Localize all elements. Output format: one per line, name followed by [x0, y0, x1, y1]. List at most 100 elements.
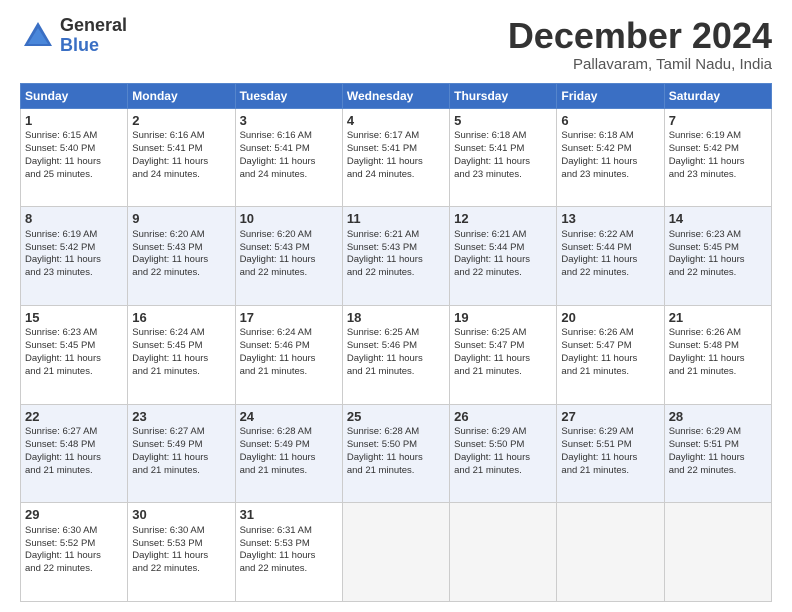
week-row-5: 29Sunrise: 6:30 AMSunset: 5:52 PMDayligh…	[21, 503, 772, 602]
day-info: Daylight: 11 hours	[669, 156, 767, 169]
location: Pallavaram, Tamil Nadu, India	[508, 56, 772, 73]
day-info: Sunrise: 6:23 AM	[669, 229, 767, 242]
day-number: 12	[454, 210, 552, 228]
logo-icon	[20, 18, 56, 54]
calendar-cell: 4Sunrise: 6:17 AMSunset: 5:41 PMDaylight…	[342, 108, 449, 207]
day-info: and 23 minutes.	[25, 267, 123, 280]
day-info: Sunrise: 6:17 AM	[347, 130, 445, 143]
day-number: 23	[132, 408, 230, 426]
day-info: Daylight: 11 hours	[454, 156, 552, 169]
day-info: and 21 minutes.	[561, 366, 659, 379]
day-number: 1	[25, 112, 123, 130]
calendar-cell: 25Sunrise: 6:28 AMSunset: 5:50 PMDayligh…	[342, 404, 449, 503]
day-number: 14	[669, 210, 767, 228]
day-info: and 25 minutes.	[25, 169, 123, 182]
day-info: Sunset: 5:44 PM	[454, 242, 552, 255]
day-info: Daylight: 11 hours	[132, 156, 230, 169]
day-info: and 21 minutes.	[25, 465, 123, 478]
day-info: Sunrise: 6:19 AM	[25, 229, 123, 242]
day-info: Daylight: 11 hours	[240, 452, 338, 465]
day-info: Sunrise: 6:27 AM	[25, 426, 123, 439]
month-title: December 2024	[508, 16, 772, 56]
day-info: Sunrise: 6:30 AM	[25, 525, 123, 538]
day-info: and 22 minutes.	[669, 267, 767, 280]
week-row-4: 22Sunrise: 6:27 AMSunset: 5:48 PM Dayligh…	[21, 404, 772, 503]
calendar-cell: 13Sunrise: 6:22 AMSunset: 5:44 PMDayligh…	[557, 207, 664, 306]
header: General Blue December 2024 Pallavaram, T…	[20, 16, 772, 73]
day-info: Sunset: 5:44 PM	[561, 242, 659, 255]
day-info: Sunset: 5:53 PM	[132, 538, 230, 551]
day-number: 3	[240, 112, 338, 130]
day-number: 9	[132, 210, 230, 228]
calendar-cell	[557, 503, 664, 602]
day-info: Sunset: 5:47 PM	[454, 340, 552, 353]
day-info: Sunrise: 6:19 AM	[669, 130, 767, 143]
calendar-cell: 29Sunrise: 6:30 AMSunset: 5:52 PMDayligh…	[21, 503, 128, 602]
calendar-cell: 28Sunrise: 6:29 AMSunset: 5:51 PMDayligh…	[664, 404, 771, 503]
day-info: and 22 minutes.	[240, 563, 338, 576]
day-info: Sunrise: 6:24 AM	[132, 327, 230, 340]
day-info: Sunrise: 6:25 AM	[347, 327, 445, 340]
day-info: and 22 minutes.	[25, 563, 123, 576]
day-info: and 23 minutes.	[454, 169, 552, 182]
calendar-cell: 22Sunrise: 6:27 AMSunset: 5:48 PMDayligh…	[21, 404, 128, 503]
day-info: Sunset: 5:45 PM	[132, 340, 230, 353]
day-info: Sunset: 5:46 PM	[347, 340, 445, 353]
calendar-cell: 23Sunrise: 6:27 AMSunset: 5:49 PMDayligh…	[128, 404, 235, 503]
day-info: Daylight: 11 hours	[132, 254, 230, 267]
day-info: Daylight: 11 hours	[240, 254, 338, 267]
day-info: Sunset: 5:46 PM	[240, 340, 338, 353]
day-info: Daylight: 11 hours	[25, 156, 123, 169]
calendar-cell: 17Sunrise: 6:24 AMSunset: 5:46 PMDayligh…	[235, 305, 342, 404]
day-info: Daylight: 11 hours	[132, 353, 230, 366]
calendar-cell: 20Sunrise: 6:26 AMSunset: 5:47 PMDayligh…	[557, 305, 664, 404]
day-number: 8	[25, 210, 123, 228]
day-info: and 22 minutes.	[132, 563, 230, 576]
day-info: and 21 minutes.	[347, 366, 445, 379]
day-info: Sunrise: 6:15 AM	[25, 130, 123, 143]
day-info: Daylight: 11 hours	[561, 254, 659, 267]
day-info: Daylight: 11 hours	[669, 254, 767, 267]
day-info: Sunrise: 6:26 AM	[561, 327, 659, 340]
calendar-cell: 8Sunrise: 6:19 AMSunset: 5:42 PMDaylight…	[21, 207, 128, 306]
day-info: Daylight: 11 hours	[240, 550, 338, 563]
day-number: 2	[132, 112, 230, 130]
day-info: Daylight: 11 hours	[240, 156, 338, 169]
day-info: Daylight: 11 hours	[132, 452, 230, 465]
day-info: Sunrise: 6:29 AM	[669, 426, 767, 439]
day-info: and 22 minutes.	[669, 465, 767, 478]
day-info: Sunset: 5:41 PM	[454, 143, 552, 156]
day-info: Sunrise: 6:16 AM	[132, 130, 230, 143]
day-info: Sunset: 5:43 PM	[132, 242, 230, 255]
day-info: Daylight: 11 hours	[561, 353, 659, 366]
weekday-friday: Friday	[557, 83, 664, 108]
day-number: 13	[561, 210, 659, 228]
day-number: 11	[347, 210, 445, 228]
day-info: Sunrise: 6:20 AM	[240, 229, 338, 242]
day-info: Sunset: 5:48 PM	[25, 439, 123, 452]
day-number: 22	[25, 408, 123, 426]
day-number: 15	[25, 309, 123, 327]
day-info: Daylight: 11 hours	[240, 353, 338, 366]
calendar-cell: 14Sunrise: 6:23 AMSunset: 5:45 PMDayligh…	[664, 207, 771, 306]
day-info: Sunset: 5:51 PM	[669, 439, 767, 452]
day-info: and 22 minutes.	[561, 267, 659, 280]
week-row-2: 8Sunrise: 6:19 AMSunset: 5:42 PMDaylight…	[21, 207, 772, 306]
day-number: 29	[25, 506, 123, 524]
day-info: Daylight: 11 hours	[132, 550, 230, 563]
day-info: Sunset: 5:40 PM	[25, 143, 123, 156]
day-number: 17	[240, 309, 338, 327]
day-info: Sunset: 5:45 PM	[669, 242, 767, 255]
day-number: 24	[240, 408, 338, 426]
day-number: 26	[454, 408, 552, 426]
logo-blue: Blue	[60, 36, 127, 56]
day-info: and 24 minutes.	[347, 169, 445, 182]
day-info: Sunset: 5:47 PM	[561, 340, 659, 353]
day-info: Daylight: 11 hours	[347, 156, 445, 169]
calendar-cell: 19Sunrise: 6:25 AMSunset: 5:47 PMDayligh…	[450, 305, 557, 404]
calendar-cell: 26Sunrise: 6:29 AMSunset: 5:50 PMDayligh…	[450, 404, 557, 503]
day-number: 7	[669, 112, 767, 130]
weekday-wednesday: Wednesday	[342, 83, 449, 108]
day-info: Sunrise: 6:31 AM	[240, 525, 338, 538]
day-number: 4	[347, 112, 445, 130]
